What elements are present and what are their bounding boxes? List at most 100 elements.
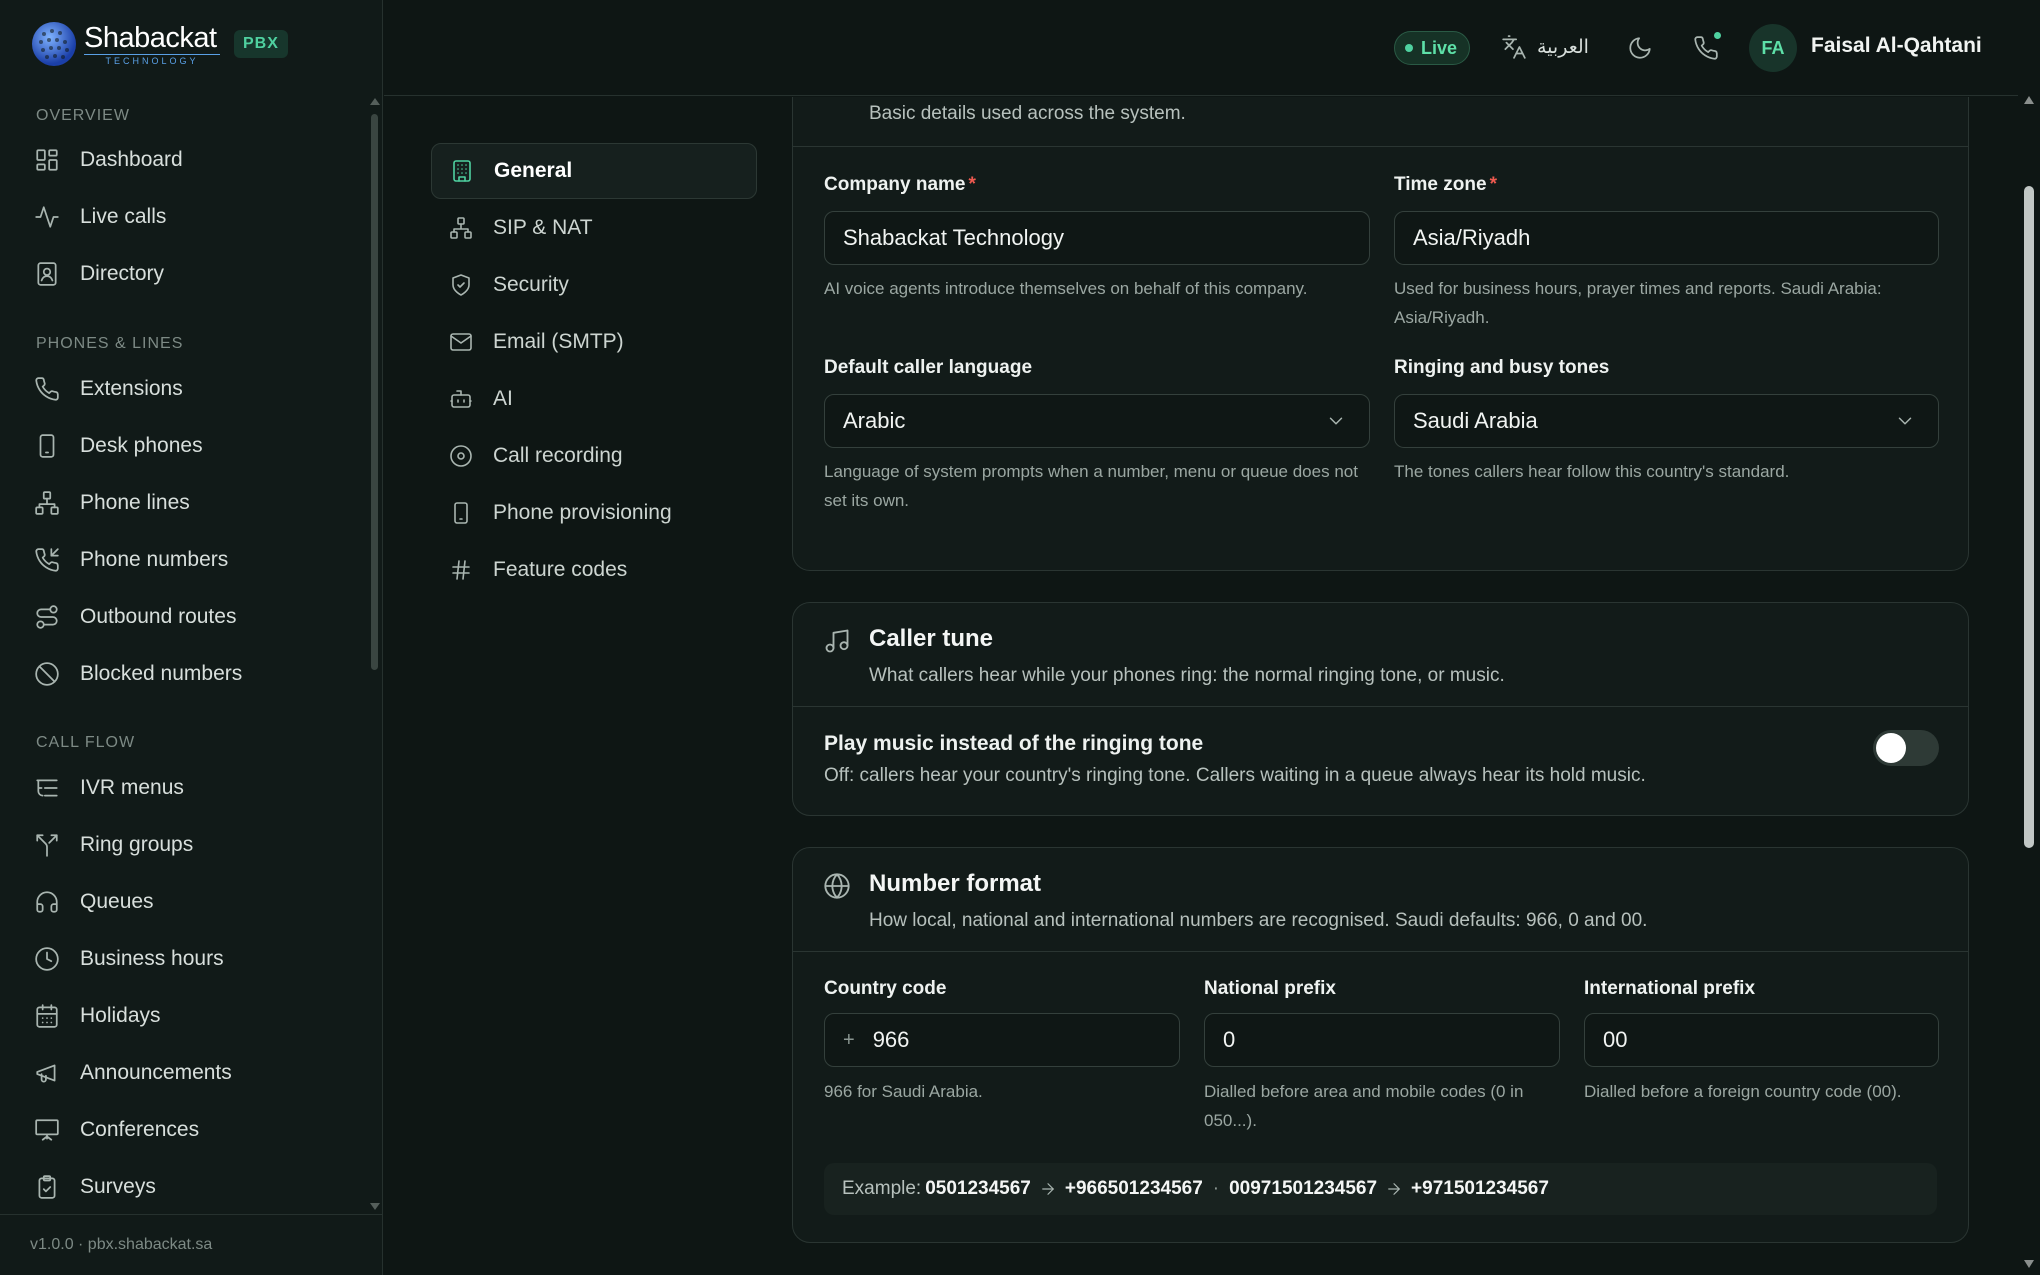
settings-tab-ai[interactable]: AI	[431, 371, 757, 427]
building-icon	[453, 160, 471, 182]
example-local-result: +966501234567	[1064, 1178, 1203, 1199]
settings-tab-general[interactable]: General	[431, 143, 757, 199]
sidebar-item-directory[interactable]: Directory	[34, 254, 164, 294]
brand-subtitle: TECHNOLOGY	[84, 53, 220, 66]
company-name-input[interactable]: Shabackat Technology	[824, 211, 1370, 265]
time-zone-help: Used for business hours, prayer times an…	[1394, 279, 1882, 327]
card-header: Number format How local, national and in…	[793, 848, 1968, 952]
time-zone-label: Time zone *	[1394, 174, 1497, 195]
sidebar-item-label: Conferences	[80, 1118, 200, 1141]
settings-tab-feature-codes[interactable]: Feature codes	[431, 542, 757, 598]
country-code-label: Country code	[824, 978, 947, 999]
settings-tab-label: General	[494, 159, 573, 182]
translate-icon	[1502, 35, 1526, 59]
sidebar-scroll-up-arrow[interactable]	[370, 98, 380, 105]
smartphone-icon	[454, 502, 468, 524]
national-prefix-input[interactable]: 0	[1204, 1013, 1560, 1067]
sidebar-item-blocked-numbers[interactable]: Blocked numbers	[34, 654, 242, 694]
international-prefix-label: International prefix	[1584, 978, 1756, 999]
music-toggle-help: Off: callers hear your country's ringing…	[824, 765, 1646, 786]
number-format-card: Number format How local, national and in…	[792, 847, 1969, 1243]
avatar[interactable]: FA	[1749, 24, 1797, 72]
country-code-input[interactable]: + 966	[824, 1013, 1180, 1067]
sidebar-item-announcements[interactable]: Announcements	[34, 1053, 232, 1093]
phone-icon	[35, 377, 59, 401]
sidebar-item-extensions[interactable]: Extensions	[34, 369, 183, 409]
pbx-badge: PBX	[234, 30, 288, 58]
national-prefix-label: National prefix	[1204, 978, 1336, 999]
hash-icon	[452, 560, 470, 580]
live-status-badge: Live	[1394, 31, 1471, 65]
sidebar-item-surveys[interactable]: Surveys	[34, 1167, 156, 1207]
globe-icon	[824, 873, 850, 899]
settings-tab-label: AI	[493, 387, 513, 410]
page-scroll-down-arrow[interactable]	[2024, 1260, 2034, 1268]
sidebar-item-label: Business hours	[80, 947, 224, 970]
language-switch-button[interactable]: العربية	[1501, 34, 1589, 60]
national-prefix-help: Dialled before area and mobile codes (0 …	[1204, 1082, 1524, 1130]
example-local: 0501234567	[925, 1178, 1031, 1199]
example-intl-result: +971501234567	[1411, 1178, 1549, 1199]
page-scroll-up-arrow[interactable]	[2024, 96, 2034, 104]
settings-tab-security[interactable]: Security	[431, 257, 757, 313]
example-intl: 00971501234567	[1229, 1178, 1378, 1199]
sidebar-scrollbar[interactable]	[371, 114, 378, 670]
section-title-phones-lines: PHONES & LINES	[36, 335, 184, 352]
settings-tab-sip-nat[interactable]: SIP & NAT	[431, 200, 757, 256]
network-icon	[450, 217, 472, 239]
chevron-down-icon	[1329, 417, 1343, 425]
sidebar-item-label: Ring groups	[80, 833, 194, 856]
sidebar-item-business-hours[interactable]: Business hours	[34, 939, 224, 979]
sidebar-nav: OVERVIEW Dashboard Live calls Directory …	[0, 96, 370, 1216]
sidebar-item-outbound-routes[interactable]: Outbound routes	[34, 597, 236, 637]
brand-logo[interactable]: Shabackat TECHNOLOGY PBX	[30, 20, 288, 68]
sidebar-item-holidays[interactable]: Holidays	[34, 996, 161, 1036]
sidebar-item-live-calls[interactable]: Live calls	[34, 197, 166, 237]
caller-language-select[interactable]: Arabic	[824, 394, 1370, 448]
ban-icon	[35, 662, 59, 686]
settings-tab-label: Security	[493, 273, 569, 296]
card-description: Basic details used across the system.	[869, 103, 1186, 124]
tones-label: Ringing and busy tones	[1394, 357, 1610, 378]
sidebar-item-ivr-menus[interactable]: IVR menus	[34, 768, 184, 808]
sidebar-item-desk-phones[interactable]: Desk phones	[34, 426, 203, 466]
moon-icon[interactable]	[1627, 35, 1653, 61]
sidebar-item-conferences[interactable]: Conferences	[34, 1110, 199, 1150]
split-icon	[36, 834, 58, 857]
top-bar: Live العربية FA Faisal Al-Qahtani	[384, 0, 2018, 96]
version-footer: v1.0.0 · pbx.shabackat.sa	[0, 1214, 383, 1275]
settings-tab-label: Phone provisioning	[493, 501, 672, 524]
sidebar-item-ring-groups[interactable]: Ring groups	[34, 825, 193, 865]
sidebar-item-label: Directory	[80, 262, 165, 285]
music-toggle[interactable]	[1873, 730, 1939, 766]
sidebar-scroll-down-arrow[interactable]	[370, 1203, 380, 1210]
user-name[interactable]: Faisal Al-Qahtani	[1811, 34, 1982, 58]
sidebar-item-dashboard[interactable]: Dashboard	[34, 140, 183, 180]
card-header: Caller tune What callers hear while your…	[793, 603, 1968, 707]
settings-tab-phone-provisioning[interactable]: Phone provisioning	[431, 485, 757, 541]
toggle-knob	[1876, 733, 1906, 763]
sidebar-item-phone-numbers[interactable]: Phone numbers	[34, 540, 228, 580]
tones-select[interactable]: Saudi Arabia	[1394, 394, 1939, 448]
sidebar-item-label: IVR menus	[80, 776, 184, 799]
sidebar-item-label: Dashboard	[80, 148, 183, 171]
brand-name: Shabackat	[84, 21, 217, 54]
caller-language-help: Language of system prompts when a number…	[824, 462, 1358, 510]
dashboard-icon	[36, 149, 58, 171]
sidebar-item-phone-lines[interactable]: Phone lines	[34, 483, 190, 523]
card-description: What callers hear while your phones ring…	[869, 665, 1505, 686]
desk-phone-icon	[39, 434, 55, 458]
sidebar-item-queues[interactable]: Queues	[34, 882, 154, 922]
time-zone-input[interactable]: Asia/Riyadh	[1394, 211, 1939, 265]
plus-prefix: +	[843, 1028, 855, 1051]
card-header: Basic details used across the system.	[793, 97, 1968, 147]
activity-icon	[35, 206, 59, 228]
sidebar-item-label: Queues	[80, 890, 154, 913]
sidebar-item-label: Announcements	[80, 1061, 232, 1084]
settings-tab-call-recording[interactable]: Call recording	[431, 428, 757, 484]
international-prefix-input[interactable]: 00	[1584, 1013, 1939, 1067]
card-description: How local, national and international nu…	[869, 910, 1648, 931]
page-scrollbar[interactable]	[2024, 186, 2034, 848]
mail-icon	[450, 333, 472, 351]
settings-tab-email[interactable]: Email (SMTP)	[431, 314, 757, 370]
